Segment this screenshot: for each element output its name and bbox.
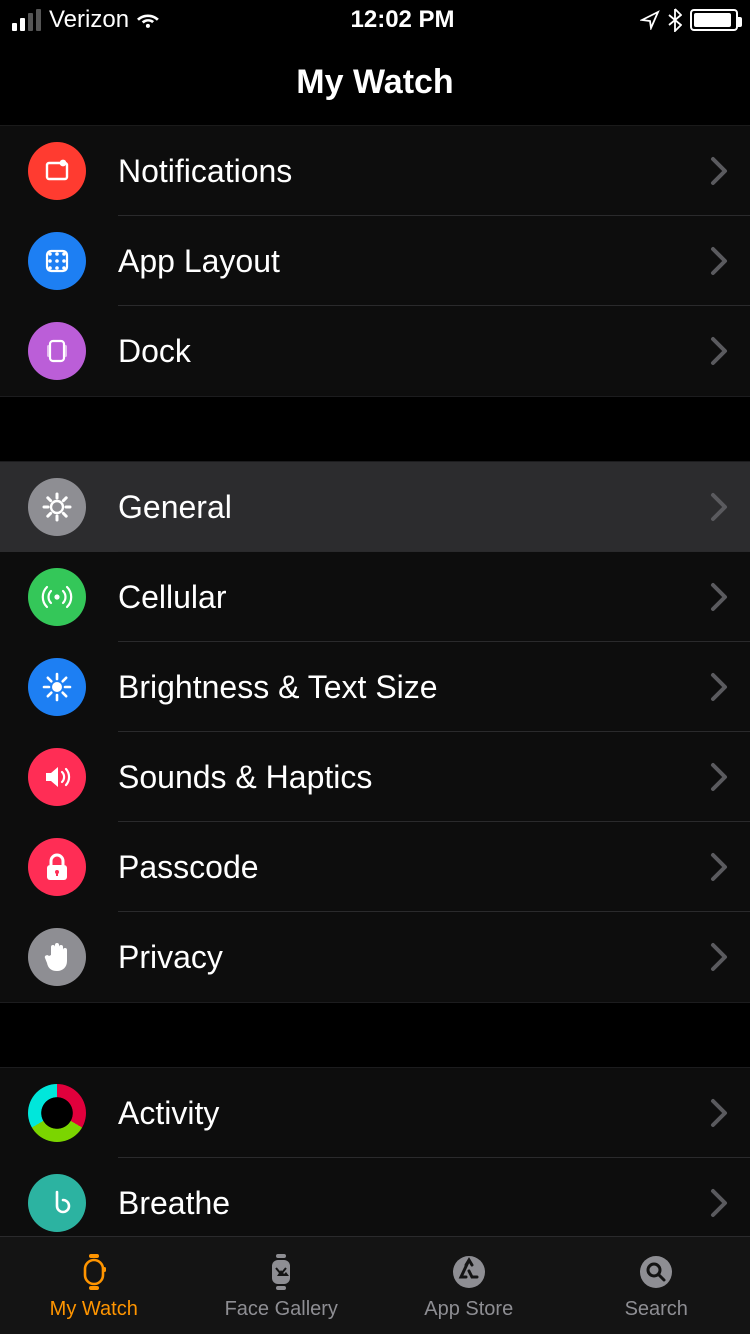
settings-list[interactable]: Notifications App Layout Dock General Cellul… — [0, 126, 750, 1236]
face-gallery-icon — [259, 1250, 303, 1294]
chevron-right-icon — [710, 492, 728, 522]
row-sounds[interactable]: Sounds & Haptics — [0, 732, 750, 822]
status-left: Verizon — [12, 6, 165, 34]
cellular-icon — [28, 568, 86, 626]
row-privacy[interactable]: Privacy — [0, 912, 750, 1002]
row-dock[interactable]: Dock — [0, 306, 750, 396]
row-general[interactable]: General — [0, 462, 750, 552]
chevron-right-icon — [710, 156, 728, 186]
tab-my-watch[interactable]: My Watch — [0, 1237, 188, 1334]
chevron-right-icon — [710, 942, 728, 972]
status-time: 12:02 PM — [351, 6, 455, 34]
row-brightness[interactable]: Brightness & Text Size — [0, 642, 750, 732]
dock-icon — [28, 322, 86, 380]
row-breathe[interactable]: Breathe — [0, 1158, 750, 1236]
cell-signal-icon — [12, 9, 41, 31]
lock-icon — [28, 838, 86, 896]
location-icon — [640, 10, 660, 30]
notifications-icon — [28, 142, 86, 200]
app-store-icon — [447, 1250, 491, 1294]
row-label: Sounds & Haptics — [118, 759, 710, 796]
row-label: General — [118, 489, 710, 526]
tab-face-gallery[interactable]: Face Gallery — [188, 1237, 376, 1334]
wifi-icon — [137, 9, 165, 31]
speaker-icon — [28, 748, 86, 806]
row-passcode[interactable]: Passcode — [0, 822, 750, 912]
chevron-right-icon — [710, 336, 728, 366]
row-label: Cellular — [118, 579, 710, 616]
brightness-icon — [28, 658, 86, 716]
row-label: Privacy — [118, 939, 710, 976]
chevron-right-icon — [710, 1098, 728, 1128]
chevron-right-icon — [710, 762, 728, 792]
activity-rings-icon — [28, 1084, 86, 1142]
tab-search[interactable]: Search — [563, 1237, 750, 1334]
tab-bar: My Watch Face Gallery App Store Search — [0, 1236, 750, 1334]
status-right — [640, 8, 738, 32]
row-label: Activity — [118, 1095, 710, 1132]
chevron-right-icon — [710, 852, 728, 882]
status-bar: Verizon 12:02 PM — [0, 0, 750, 40]
chevron-right-icon — [710, 1188, 728, 1218]
battery-icon — [690, 9, 738, 31]
row-app-layout[interactable]: App Layout — [0, 216, 750, 306]
row-label: Dock — [118, 333, 710, 370]
chevron-right-icon — [710, 672, 728, 702]
tab-label: Search — [625, 1298, 688, 1321]
grid-icon — [28, 232, 86, 290]
row-label: Notifications — [118, 153, 710, 190]
tab-label: My Watch — [50, 1298, 138, 1321]
breathe-icon — [28, 1174, 86, 1232]
tab-label: App Store — [424, 1298, 513, 1321]
row-label: Passcode — [118, 849, 710, 886]
watch-icon — [72, 1250, 116, 1294]
tab-app-store[interactable]: App Store — [375, 1237, 563, 1334]
tab-label: Face Gallery — [225, 1298, 338, 1321]
hand-icon — [28, 928, 86, 986]
search-icon — [634, 1250, 678, 1294]
page-title: My Watch — [0, 40, 750, 126]
row-label: App Layout — [118, 243, 710, 280]
row-label: Brightness & Text Size — [118, 669, 710, 706]
row-cellular[interactable]: Cellular — [0, 552, 750, 642]
row-activity[interactable]: Activity — [0, 1068, 750, 1158]
chevron-right-icon — [710, 582, 728, 612]
row-notifications[interactable]: Notifications — [0, 126, 750, 216]
bluetooth-icon — [668, 8, 682, 32]
gear-icon — [28, 478, 86, 536]
row-label: Breathe — [118, 1185, 710, 1222]
carrier-label: Verizon — [49, 6, 129, 34]
chevron-right-icon — [710, 246, 728, 276]
